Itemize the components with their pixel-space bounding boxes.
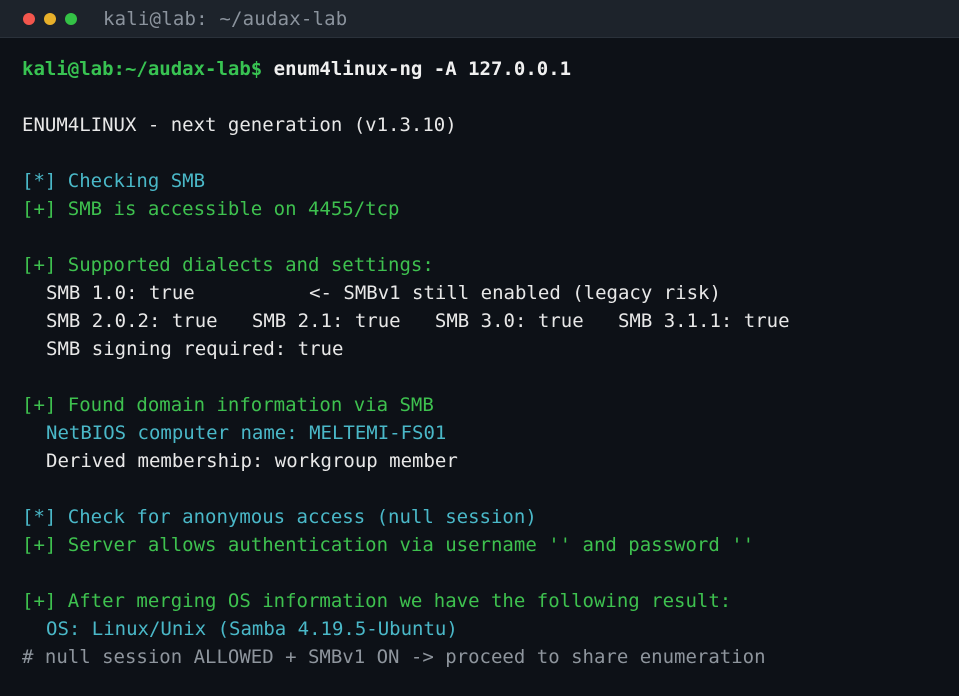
dialect-line: SMB 1.0: true <- SMBv1 still enabled (le… xyxy=(46,282,721,304)
title-bar: kali@lab: ~/audax-lab xyxy=(0,0,959,38)
anon-result-line: [+] Server allows authentication via use… xyxy=(22,534,755,556)
window-controls xyxy=(23,12,77,25)
dialects-header-line: [+] Supported dialects and settings: xyxy=(22,254,434,276)
check-smb-line: [*] Checking SMB xyxy=(22,170,206,192)
tool-header: ENUM4LINUX - next generation (v1.3.10) xyxy=(22,114,457,136)
domain-header-line: [+] Found domain information via SMB xyxy=(22,394,434,416)
os-value-line: OS: Linux/Unix (Samba 4.19.5-Ubuntu) xyxy=(46,618,458,640)
signing-line: SMB signing required: true xyxy=(46,338,344,360)
terminal-output[interactable]: kali@lab:~/audax-lab$ enum4linux-ng -A 1… xyxy=(0,38,959,671)
window-title: kali@lab: ~/audax-lab xyxy=(103,7,348,30)
minimize-window-icon[interactable] xyxy=(44,12,56,25)
close-window-icon[interactable] xyxy=(23,12,35,25)
anon-check-line: [*] Check for anonymous access (null ses… xyxy=(22,506,537,528)
comment-note-line: # null session ALLOWED + SMBv1 ON -> pro… xyxy=(22,646,766,668)
dialect-line: SMB 2.0.2: true SMB 2.1: true SMB 3.0: t… xyxy=(46,310,790,332)
shell-prompt: kali@lab:~/audax-lab$ xyxy=(22,58,263,80)
os-header-line: [+] After merging OS information we have… xyxy=(22,590,732,612)
maximize-window-icon[interactable] xyxy=(65,12,77,25)
membership-line: Derived membership: workgroup member xyxy=(46,450,458,472)
terminal-window: kali@lab: ~/audax-lab kali@lab:~/audax-l… xyxy=(0,0,959,696)
command-line: kali@lab:~/audax-lab$ enum4linux-ng -A 1… xyxy=(22,55,959,83)
netbios-line: NetBIOS computer name: MELTEMI-FS01 xyxy=(46,422,447,444)
command-text: enum4linux-ng -A 127.0.0.1 xyxy=(262,58,572,80)
smb-accessible-line: [+] SMB is accessible on 4455/tcp xyxy=(22,198,400,220)
